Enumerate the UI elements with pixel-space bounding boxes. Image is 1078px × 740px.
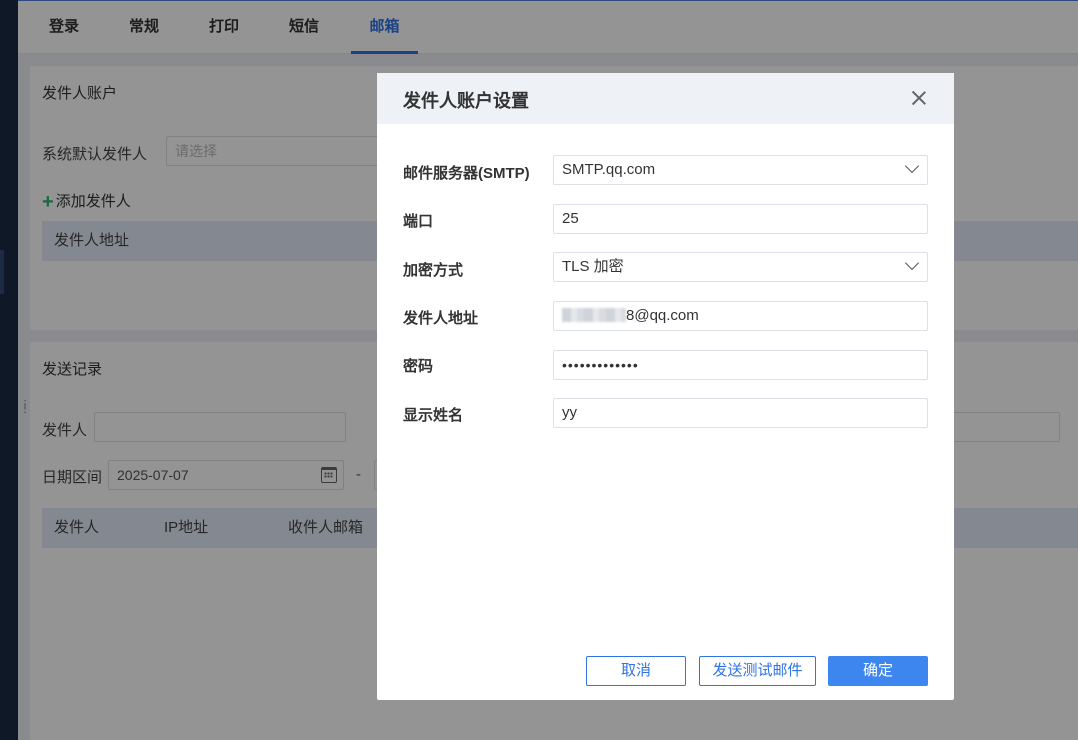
password-input[interactable]: ••••••••••••• xyxy=(553,350,928,380)
smtp-server-value: SMTP.qq.com xyxy=(562,161,656,178)
close-icon[interactable] xyxy=(910,89,928,107)
encryption-label: 加密方式 xyxy=(403,262,464,279)
display-name-value: yy xyxy=(562,404,577,421)
encryption-select[interactable]: TLS 加密 xyxy=(553,252,928,282)
encryption-value: TLS 加密 xyxy=(562,258,624,275)
dialog-header: 发件人账户设置 xyxy=(377,73,954,124)
password-label: 密码 xyxy=(403,358,434,375)
smtp-server-label: 邮件服务器(SMTP) xyxy=(403,165,530,182)
sender-address-input[interactable]: 8@qq.com xyxy=(553,301,928,331)
sender-address-label: 发件人地址 xyxy=(403,310,479,327)
display-name-label: 显示姓名 xyxy=(403,407,464,424)
send-test-email-button[interactable]: 发送测试邮件 xyxy=(699,656,816,686)
dialog-title: 发件人账户设置 xyxy=(403,91,529,111)
confirm-button[interactable]: 确定 xyxy=(828,656,928,686)
smtp-server-select[interactable]: SMTP.qq.com xyxy=(553,155,928,185)
password-value: ••••••••••••• xyxy=(562,357,639,373)
chevron-down-icon xyxy=(904,158,920,174)
sender-address-value: 8@qq.com xyxy=(626,307,699,324)
redacted-text xyxy=(562,308,626,322)
display-name-input[interactable]: yy xyxy=(553,398,928,428)
port-value: 25 xyxy=(562,210,579,227)
port-input[interactable]: 25 xyxy=(553,204,928,234)
sender-account-dialog: 发件人账户设置 邮件服务器(SMTP) SMTP.qq.com 端口 25 加密… xyxy=(377,73,954,700)
chevron-down-icon xyxy=(904,255,920,271)
port-label: 端口 xyxy=(403,213,434,230)
cancel-button[interactable]: 取消 xyxy=(586,656,686,686)
